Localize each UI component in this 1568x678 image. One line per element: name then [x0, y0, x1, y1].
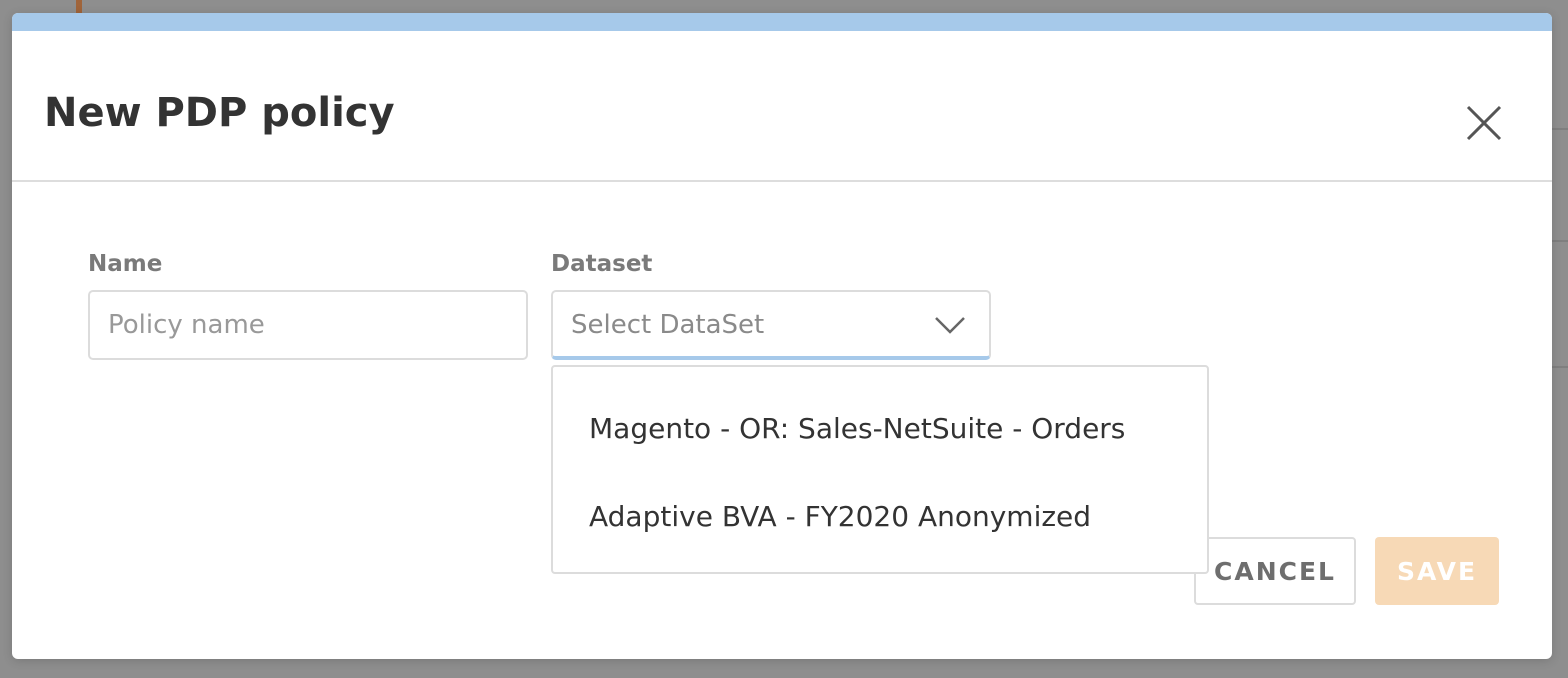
- background-divider: [1552, 240, 1568, 242]
- dialog-title: New PDP policy: [44, 90, 395, 136]
- save-button[interactable]: SAVE: [1375, 537, 1499, 605]
- dataset-label: Dataset: [551, 251, 653, 277]
- background-divider: [1552, 366, 1568, 368]
- dialog-accent-bar: [12, 13, 1552, 31]
- background-divider: [1552, 128, 1568, 130]
- dataset-option[interactable]: Magento - OR: Sales-NetSuite - Orders: [589, 415, 1125, 443]
- policy-name-input[interactable]: [88, 290, 528, 360]
- chevron-down-icon: [935, 317, 965, 334]
- dataset-dropdown-menu: Magento - OR: Sales-NetSuite - Orders Ad…: [551, 365, 1209, 574]
- close-button[interactable]: [1464, 103, 1504, 143]
- new-policy-dialog: New PDP policy Name Dataset Select DataS…: [12, 13, 1552, 659]
- background-accent: [76, 0, 82, 14]
- cancel-button[interactable]: CANCEL: [1194, 537, 1356, 605]
- dialog-header: New PDP policy: [12, 31, 1552, 182]
- dataset-select-placeholder: Select DataSet: [571, 310, 765, 340]
- name-label: Name: [88, 251, 163, 277]
- dataset-select[interactable]: Select DataSet: [551, 290, 991, 360]
- close-icon: [1466, 105, 1502, 141]
- dataset-option[interactable]: Adaptive BVA - FY2020 Anonymized: [589, 503, 1091, 531]
